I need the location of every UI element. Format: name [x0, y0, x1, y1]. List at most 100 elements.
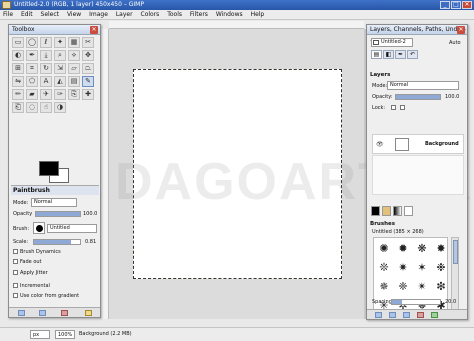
foreground-color-swatch[interactable]	[39, 161, 59, 176]
menu-tools[interactable]: Tools	[167, 11, 182, 18]
patterns-tab-icon[interactable]	[382, 206, 391, 216]
save-options-icon[interactable]	[18, 310, 25, 316]
scale-icon[interactable]: ⇲	[54, 63, 66, 74]
spacing-slider[interactable]	[391, 299, 441, 305]
lock-alpha-checkbox[interactable]	[400, 105, 405, 110]
brush-splatter-icon[interactable]: ❊	[375, 258, 393, 276]
perspective-clone-icon[interactable]: ⎗	[12, 102, 24, 113]
brush-splatter-icon[interactable]: ❉	[432, 258, 450, 276]
restore-options-icon[interactable]	[39, 310, 46, 316]
menu-colors[interactable]: Colors	[141, 11, 160, 18]
toolbox-close-icon[interactable]: ✕	[90, 26, 98, 34]
measure-icon[interactable]: ⟡	[68, 50, 80, 61]
reset-options-icon[interactable]	[85, 310, 92, 316]
brush-dynamics-checkbox[interactable]	[13, 249, 18, 254]
edit-brush-icon[interactable]	[375, 312, 382, 318]
rect-select-icon[interactable]: ▭	[12, 37, 24, 48]
blend-icon[interactable]: ▤	[68, 76, 80, 87]
layer-mode-dropdown[interactable]: Normal	[387, 81, 459, 90]
menu-help[interactable]: Help	[251, 11, 265, 18]
brush-splatter-icon[interactable]: ❋	[413, 239, 431, 257]
layer-row[interactable]: 👁 Background	[372, 134, 464, 154]
visibility-eye-icon[interactable]: 👁	[376, 141, 384, 148]
flip-icon[interactable]: ⇋	[12, 76, 24, 87]
brush-preview-icon[interactable]	[33, 222, 45, 234]
layer-name[interactable]: Background	[425, 141, 459, 147]
mode-dropdown[interactable]: Normal	[31, 198, 77, 207]
foreground-select-icon[interactable]: ◐	[12, 50, 24, 61]
paintbrush-icon[interactable]: ✎	[82, 76, 94, 87]
horizontal-ruler[interactable]	[109, 21, 364, 29]
brush-name-field[interactable]: Untitled	[47, 224, 97, 233]
brush-splatter-icon[interactable]: ✴	[413, 277, 431, 295]
delete-brush-icon[interactable]	[417, 312, 424, 318]
layers-tab-icon[interactable]: ▤	[371, 50, 382, 59]
pencil-icon[interactable]: ✏	[12, 89, 24, 100]
brushes-tab-icon[interactable]	[404, 206, 413, 216]
maximize-button[interactable]: □	[451, 1, 461, 9]
bucket-fill-icon[interactable]: ◭	[54, 76, 66, 87]
perspective-icon[interactable]: ⏢	[82, 63, 94, 74]
eraser-icon[interactable]: ▰	[26, 89, 38, 100]
paths-tab-icon[interactable]: ✒	[395, 50, 406, 59]
brush-splatter-icon[interactable]: ❇	[432, 277, 450, 295]
delete-options-icon[interactable]	[61, 310, 68, 316]
zoom-selector[interactable]: 100%	[55, 330, 75, 339]
menu-select[interactable]: Select	[41, 11, 60, 18]
scale-value[interactable]: 0.81	[85, 239, 96, 245]
menu-layer[interactable]: Layer	[116, 11, 133, 18]
brush-dynamics-toggle[interactable]: Brush Dynamics	[13, 249, 61, 255]
brush-splatter-icon[interactable]: ✺	[375, 239, 393, 257]
menu-file[interactable]: File	[3, 11, 13, 18]
dodge-burn-icon[interactable]: ◑	[54, 102, 66, 113]
color-picker-icon[interactable]: ⤓	[40, 50, 52, 61]
layer-opacity-slider[interactable]	[395, 94, 441, 100]
toolbox-title-bar[interactable]: Toolbox ✕	[9, 25, 100, 35]
menu-windows[interactable]: Windows	[216, 11, 243, 18]
spacing-value[interactable]: 20.0	[445, 299, 456, 305]
brush-splatter-icon[interactable]: ✵	[375, 277, 393, 295]
brush-splatter-icon[interactable]: ✷	[394, 258, 412, 276]
brush-splatter-icon[interactable]: ✶	[413, 258, 431, 276]
smudge-icon[interactable]: ☝	[40, 102, 52, 113]
brush-splatter-icon[interactable]: ❈	[394, 277, 412, 295]
brush-splatter-icon[interactable]: ✸	[432, 239, 450, 257]
vertical-ruler[interactable]	[101, 29, 109, 319]
use-gradient-toggle[interactable]: Use color from gradient	[13, 293, 79, 299]
layers-dock-title-bar[interactable]: Layers, Channels, Paths, Undo – ... ✕	[367, 25, 467, 43]
image-selector[interactable]: Untitled-2	[371, 38, 413, 47]
crop-icon[interactable]: ⌗	[26, 63, 38, 74]
paths-icon[interactable]: ✒	[26, 50, 38, 61]
apply-jitter-checkbox[interactable]	[13, 270, 18, 275]
fade-out-checkbox[interactable]	[13, 259, 18, 264]
menu-filters[interactable]: Filters	[190, 11, 208, 18]
menu-view[interactable]: View	[67, 11, 81, 18]
zoom-icon[interactable]: ⌕	[54, 50, 66, 61]
ink-icon[interactable]: ✑	[54, 89, 66, 100]
scale-slider[interactable]	[33, 239, 81, 245]
duplicate-brush-icon[interactable]	[403, 312, 410, 318]
incremental-checkbox[interactable]	[13, 283, 18, 288]
incremental-toggle[interactable]: Incremental	[13, 283, 50, 289]
airbrush-icon[interactable]: ✈	[40, 89, 52, 100]
use-gradient-checkbox[interactable]	[13, 293, 18, 298]
menu-image[interactable]: Image	[89, 11, 108, 18]
gradients-tab-icon[interactable]	[393, 206, 402, 216]
free-select-icon[interactable]: ℓ	[40, 37, 52, 48]
blur-icon[interactable]: ◌	[26, 102, 38, 113]
cage-icon[interactable]: ⬠	[26, 76, 38, 87]
fade-out-toggle[interactable]: Fade out	[13, 259, 42, 265]
rotate-icon[interactable]: ↻	[40, 63, 52, 74]
brush-splatter-icon[interactable]: ✹	[394, 239, 412, 257]
ellipse-select-icon[interactable]: ◯	[26, 37, 38, 48]
move-icon[interactable]: ✥	[82, 50, 94, 61]
opacity-value[interactable]: 100.0	[83, 211, 97, 217]
lock-pixels-checkbox[interactable]	[391, 105, 396, 110]
text-icon[interactable]: A	[40, 76, 52, 87]
auto-button[interactable]: Auto	[449, 40, 461, 46]
unit-selector[interactable]: px	[30, 330, 50, 339]
fg-bg-swatch-icon[interactable]	[371, 206, 380, 216]
heal-icon[interactable]: ✚	[82, 89, 94, 100]
shear-icon[interactable]: ▱	[68, 63, 80, 74]
close-button[interactable]: ✕	[462, 1, 472, 9]
